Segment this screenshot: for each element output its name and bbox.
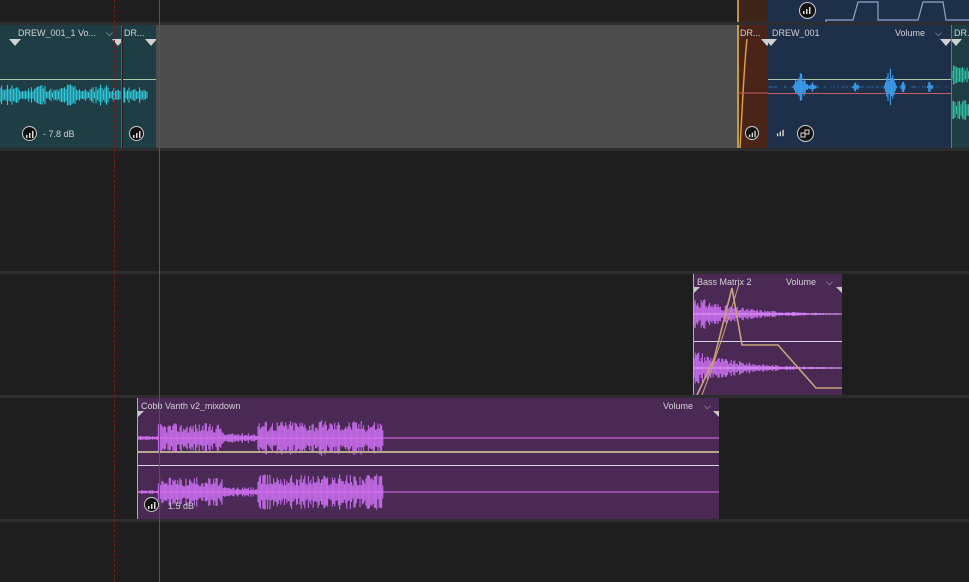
clip-start-marker: [9, 39, 21, 46]
clip-drew-001-1[interactable]: DREW_001_1 Vo... ⌵ - 7.8 dB: [0, 25, 122, 148]
clip-dr-small-2[interactable]: DR...: [952, 25, 969, 148]
track-top-partial: [0, 0, 969, 22]
volume-icon[interactable]: [129, 126, 144, 141]
waveform: [138, 420, 719, 510]
volume-envelope[interactable]: [694, 274, 842, 395]
clip-dr-orange[interactable]: DR...: [737, 25, 768, 148]
clip-blue-top[interactable]: [768, 0, 969, 22]
track-gap-region: [156, 25, 737, 148]
volume-icon[interactable]: [774, 126, 788, 140]
clip-orange-top[interactable]: [737, 0, 768, 22]
clip-cobb-vanth-mixdown[interactable]: Cobb Vanth v2_mixdown Volume ⌵ 1.5 dB: [137, 398, 719, 519]
clip-start-marker: [768, 39, 777, 46]
clip-gain-readout: - 7.8 dB: [43, 129, 75, 139]
clip-bass-matrix-2[interactable]: Bass Matrix 2 Volume ⌵: [693, 274, 842, 395]
volume-icon[interactable]: [745, 126, 759, 140]
playhead[interactable]: [159, 0, 160, 582]
link-icon[interactable]: [797, 125, 814, 142]
waveform: [123, 87, 148, 103]
clip-dr-small-1[interactable]: DR...: [123, 25, 156, 148]
top-blue-envelope: [825, 1, 969, 22]
waveform: [952, 65, 969, 120]
waveform: [768, 68, 949, 106]
clip-name: DREW_001_1 Vo...: [18, 28, 97, 38]
clip-end-marker: [145, 39, 156, 46]
track-a5: [0, 522, 969, 582]
clip-name: DR...: [124, 28, 145, 38]
clip-name: DR...: [954, 28, 969, 38]
track-a2: [0, 151, 969, 271]
clip-effect-param[interactable]: Volume: [895, 28, 925, 38]
clip-start-marker: [952, 39, 962, 46]
volume-rubber-band[interactable]: [138, 451, 719, 453]
volume-icon[interactable]: [22, 126, 37, 141]
clip-drew-001[interactable]: DREW_001 Volume ⌵: [768, 25, 952, 148]
track-a3: Bass Matrix 2 Volume ⌵: [0, 274, 969, 395]
clip-gain-readout: 1.5 dB: [168, 501, 195, 511]
clip-end-marker: [940, 39, 951, 46]
chevron-down-icon[interactable]: ⌵: [106, 28, 113, 39]
volume-icon[interactable]: [144, 497, 159, 512]
channel-divider: [138, 465, 719, 466]
track-a4: Cobb Vanth v2_mixdown Volume ⌵ 1.5 dB: [0, 398, 969, 519]
waveform: [0, 84, 121, 106]
chevron-down-icon[interactable]: ⌵: [935, 28, 942, 39]
in-point-marker[interactable]: [114, 0, 115, 582]
clip-name: DREW_001: [772, 28, 820, 38]
track-a1: DREW_001_1 Vo... ⌵ - 7.8 dB DR... DR...: [0, 25, 969, 148]
